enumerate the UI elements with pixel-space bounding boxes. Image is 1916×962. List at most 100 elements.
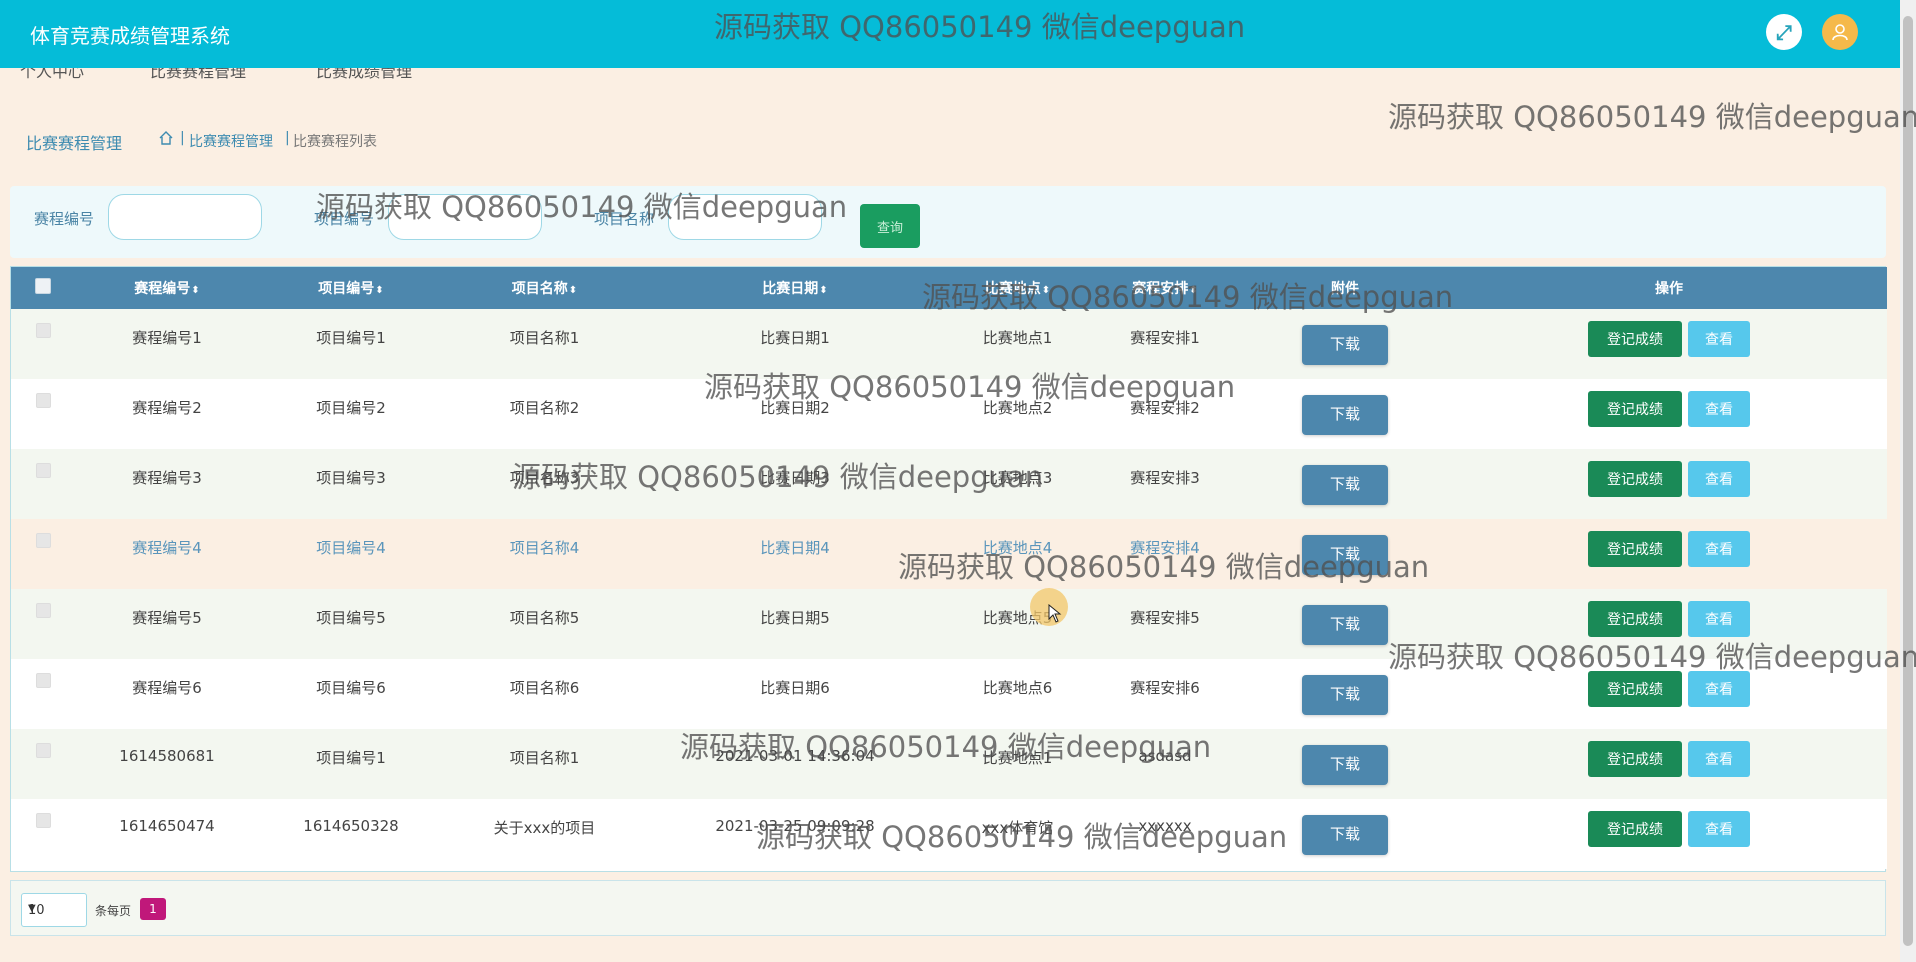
nav-item-schedule[interactable]: 比赛赛程管理 <box>150 68 246 82</box>
cell-project-name: 项目名称1 <box>509 329 580 347</box>
register-score-button[interactable]: 登记成绩 <box>1588 391 1682 427</box>
page-title: 比赛赛程管理 <box>26 134 123 153</box>
search-button[interactable]: 查询 <box>860 204 920 248</box>
project-no-input[interactable] <box>388 194 542 240</box>
row-checkbox[interactable] <box>35 673 51 688</box>
main-nav: 个人中心 比赛赛程管理 比赛成绩管理 <box>0 68 1900 84</box>
cell-schedule-no: 赛程编号6 <box>132 679 202 697</box>
header-match-venue[interactable]: 比赛地点⬍ <box>944 267 1091 309</box>
cell-project-name: 关于xxx的项目 <box>493 819 596 837</box>
cell-schedule-no: 1614650474 <box>119 817 215 835</box>
schedule-no-input[interactable] <box>108 194 262 240</box>
cell-match-venue: 比赛地点3 <box>982 469 1053 487</box>
view-button[interactable]: 查看 <box>1688 531 1750 567</box>
table-row[interactable]: 赛程编号2 项目编号2 项目名称2 比赛日期2 比赛地点2 赛程安排2 下载 登记成绩 查看 <box>11 379 1887 449</box>
cell-project-no: 1614650328 <box>303 817 399 835</box>
row-select-cell <box>11 449 75 519</box>
row-select-cell <box>11 309 75 379</box>
cell-project-name: 项目名称3 <box>509 469 580 487</box>
register-score-button[interactable]: 登记成绩 <box>1588 741 1682 777</box>
download-button[interactable]: 下载 <box>1302 605 1388 645</box>
scrollbar[interactable] <box>1900 0 1916 962</box>
cell-match-date: 比赛日期6 <box>760 679 830 697</box>
table-row[interactable]: 1614580681 项目编号1 项目名称1 2021-03-01 14:36:04 比… <box>11 729 1887 799</box>
row-select-cell <box>11 589 75 659</box>
cell-match-venue: 比赛地点5 <box>982 609 1053 627</box>
project-name-input[interactable] <box>668 194 822 240</box>
header-match-date[interactable]: 比赛日期⬍ <box>646 267 944 309</box>
table-row[interactable]: 赛程编号1 项目编号1 项目名称1 比赛日期1 比赛地点1 赛程安排1 下载 登记成绩 查看 <box>11 309 1887 379</box>
register-score-button[interactable]: 登记成绩 <box>1588 531 1682 567</box>
nav-item-results[interactable]: 比赛成绩管理 <box>316 68 412 82</box>
table-row[interactable]: 赛程编号6 项目编号6 项目名称6 比赛日期6 比赛地点6 赛程安排6 下载 登记成绩 查看 <box>11 659 1887 729</box>
cell-actions: 登记成绩 查看 <box>1451 309 1887 379</box>
cell-project-no: 项目编号5 <box>316 609 386 627</box>
view-button[interactable]: 查看 <box>1688 741 1750 777</box>
cell-attachment: 下载 <box>1239 729 1451 799</box>
home-icon[interactable] <box>158 130 174 146</box>
cell-match-venue: 比赛地点6 <box>982 679 1053 697</box>
sort-icon: ⬍ <box>1041 285 1051 296</box>
row-checkbox[interactable] <box>35 463 51 478</box>
sort-icon: ⬍ <box>375 285 384 296</box>
page-size-select[interactable]: 10 ▼ <box>21 893 87 927</box>
sort-icon: ⬍ <box>191 285 200 296</box>
sort-icon: ⬍ <box>568 285 578 296</box>
user-avatar-icon[interactable] <box>1822 14 1858 50</box>
cell-attachment: 下载 <box>1239 799 1451 869</box>
cell-schedule-plan: 赛程安排3 <box>1130 469 1200 487</box>
row-checkbox[interactable] <box>35 533 51 548</box>
header-project-name[interactable]: 项目名称⬍ <box>443 267 646 309</box>
breadcrumb-item-schedule[interactable]: 比赛赛程管理 <box>189 131 273 151</box>
nav-item-profile[interactable]: 个人中心 <box>20 68 84 82</box>
table-row[interactable]: 赛程编号5 项目编号5 项目名称5 比赛日期5 比赛地点5 赛程安排5 下载 登记成绩 查看 <box>11 589 1887 659</box>
cell-match-date: 比赛日期5 <box>760 609 830 627</box>
cell-project-no: 项目编号1 <box>316 329 386 347</box>
schedule-table: 赛程编号⬍ 项目编号⬍ 项目名称⬍ 比赛日期⬍ 比赛地点⬍ 赛程安排⬍ 附件 操… <box>10 266 1887 872</box>
search-panel: 赛程编号 项目编号 项目名称 查询 <box>10 186 1886 258</box>
table-row[interactable]: 1614650474 1614650328 关于xxx的项目 2021-03-25 0… <box>11 799 1887 869</box>
pagination: 10 ▼ 条每页 1 <box>10 880 1886 936</box>
register-score-button[interactable]: 登记成绩 <box>1588 601 1682 637</box>
register-score-button[interactable]: 登记成绩 <box>1588 811 1682 847</box>
register-score-button[interactable]: 登记成绩 <box>1588 461 1682 497</box>
page-number-current[interactable]: 1 <box>140 898 166 920</box>
download-button[interactable]: 下载 <box>1302 535 1388 575</box>
cell-attachment: 下载 <box>1239 589 1451 659</box>
row-checkbox[interactable] <box>35 393 51 408</box>
view-button[interactable]: 查看 <box>1688 671 1750 707</box>
view-button[interactable]: 查看 <box>1688 461 1750 497</box>
cell-project-name: 项目名称6 <box>509 679 580 697</box>
cell-schedule-plan: 赛程安排2 <box>1130 399 1200 417</box>
table-row[interactable]: 赛程编号3 项目编号3 项目名称3 比赛日期3 比赛地点3 赛程安排3 下载 登记成绩 查看 <box>11 449 1887 519</box>
cell-actions: 登记成绩 查看 <box>1451 379 1887 449</box>
header-schedule-no[interactable]: 赛程编号⬍ <box>75 267 259 309</box>
select-all-checkbox[interactable] <box>35 278 51 294</box>
download-button[interactable]: 下载 <box>1302 815 1388 855</box>
cell-actions: 登记成绩 查看 <box>1451 799 1887 869</box>
row-checkbox[interactable] <box>35 323 51 338</box>
row-checkbox[interactable] <box>35 813 51 828</box>
header-schedule-plan[interactable]: 赛程安排⬍ <box>1091 267 1239 309</box>
header-project-no[interactable]: 项目编号⬍ <box>259 267 443 309</box>
row-checkbox[interactable] <box>35 743 51 758</box>
cell-project-no: 项目编号4 <box>316 539 386 557</box>
app-title: 体育竞赛成绩管理系统 <box>30 24 230 48</box>
cell-project-name: 项目名称1 <box>509 749 580 767</box>
view-button[interactable]: 查看 <box>1688 321 1750 357</box>
download-button[interactable]: 下载 <box>1302 325 1388 365</box>
download-button[interactable]: 下载 <box>1302 395 1388 435</box>
download-button[interactable]: 下载 <box>1302 465 1388 505</box>
view-button[interactable]: 查看 <box>1688 391 1750 427</box>
view-button[interactable]: 查看 <box>1688 811 1750 847</box>
scrollbar-thumb[interactable] <box>1903 16 1913 946</box>
download-button[interactable]: 下载 <box>1302 745 1388 785</box>
project-name-label: 项目名称 <box>594 210 655 228</box>
row-checkbox[interactable] <box>35 603 51 618</box>
download-button[interactable]: 下载 <box>1302 675 1388 715</box>
register-score-button[interactable]: 登记成绩 <box>1588 671 1682 707</box>
view-button[interactable]: 查看 <box>1688 601 1750 637</box>
fullscreen-icon[interactable]: ⤢ <box>1766 14 1802 50</box>
register-score-button[interactable]: 登记成绩 <box>1588 321 1682 357</box>
table-row[interactable]: 赛程编号4 项目编号4 项目名称4 比赛日期4 比赛地点4 赛程安排4 下载 登记成绩 查看 <box>11 519 1887 589</box>
